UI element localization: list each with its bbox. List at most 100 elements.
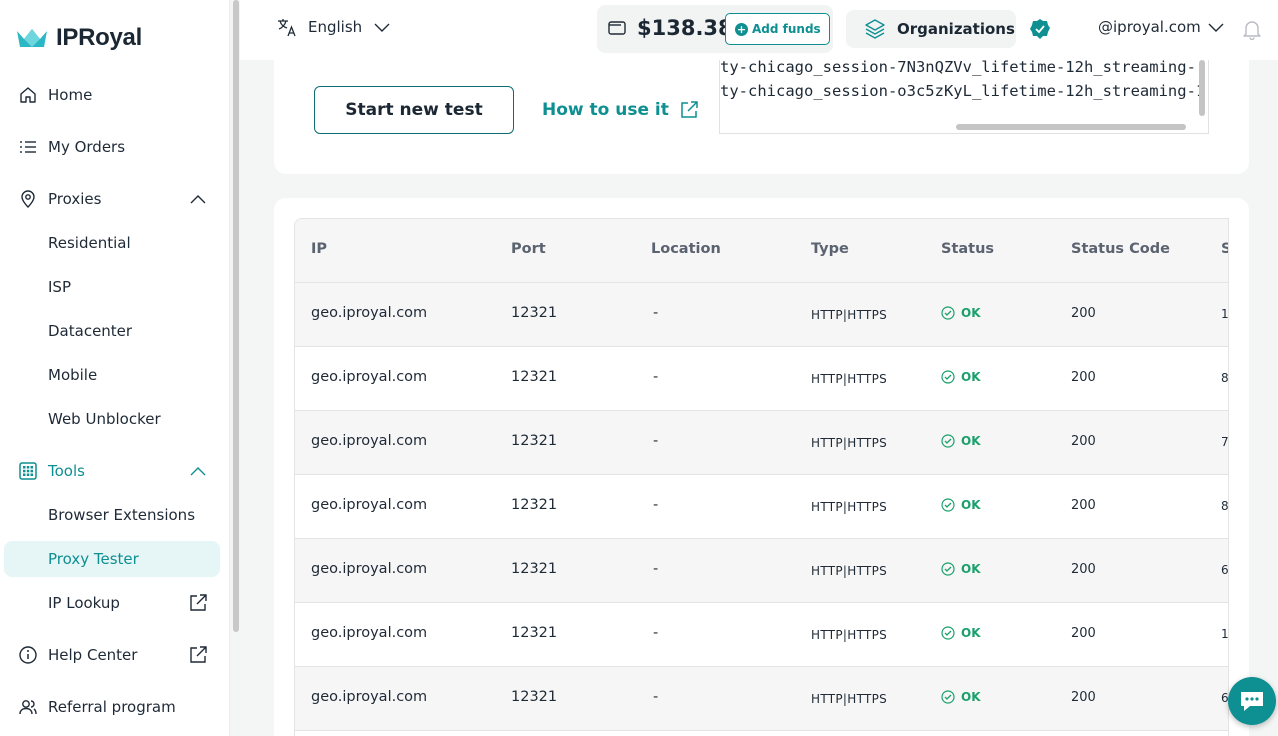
status-text: OK	[961, 562, 981, 576]
plus-icon: +	[735, 23, 748, 36]
bell-icon[interactable]	[1241, 18, 1263, 40]
sidebar-item-mobile[interactable]: Mobile	[4, 357, 220, 393]
sidebar-item-proxies[interactable]: Proxies	[4, 181, 220, 217]
proxy-list-textarea[interactable]: ty-chicago_session-7N3nQZVv_lifetime-12h…	[719, 60, 1209, 134]
chevron-down-icon	[374, 23, 390, 32]
status-text: OK	[961, 498, 981, 512]
sidebar-item-label: Browser Extensions	[48, 506, 196, 524]
organizations-label: Organizations	[897, 20, 1015, 38]
cell-port: 12321	[511, 561, 558, 577]
start-new-test-button[interactable]: Start new test	[314, 86, 514, 134]
sidebar-item-proxy-tester[interactable]: Proxy Tester	[4, 541, 220, 577]
cell-status-code: 200	[1071, 434, 1096, 449]
how-to-use-label: How to use it	[542, 100, 669, 120]
sidebar-item-label: Proxies	[48, 190, 102, 208]
proxy-line: ty-chicago_session-o3c5zKyL_lifetime-12h…	[720, 82, 1206, 100]
cell-type: HTTP|HTTPS	[811, 564, 888, 578]
check-circle-icon	[941, 434, 955, 448]
list-icon	[20, 141, 36, 153]
sidebar-item-isp[interactable]: ISP	[4, 269, 220, 305]
how-to-use-link[interactable]: How to use it	[542, 100, 699, 120]
cell-truncated: 6	[1221, 691, 1228, 705]
column-header-status: Status	[941, 241, 995, 257]
table-row: geo.iproyal.com 12321 - HTTP|HTTPS OK 200 7	[295, 411, 1228, 475]
chat-widget-button[interactable]	[1228, 677, 1276, 725]
sidebar-item-residential[interactable]: Residential	[4, 225, 220, 261]
cell-status: OK	[941, 690, 981, 704]
chevron-down-icon[interactable]	[1206, 20, 1226, 34]
sidebar: IPRoyal Home My Orders Proxies Residenti…	[0, 0, 230, 736]
chat-bubble-icon	[1241, 692, 1263, 711]
sidebar-item-ip-lookup[interactable]: IP Lookup	[4, 585, 220, 621]
cell-ip: geo.iproyal.com	[311, 369, 428, 385]
cell-type: HTTP|HTTPS	[811, 500, 888, 514]
cell-status: OK	[941, 498, 981, 512]
cell-location: -	[653, 433, 659, 449]
cell-ip: geo.iproyal.com	[311, 497, 428, 513]
cell-ip: geo.iproyal.com	[311, 433, 428, 449]
language-label: English	[308, 18, 363, 36]
proxy-line: ty-chicago_session-7N3nQZVv_lifetime-12h…	[720, 60, 1196, 76]
cell-port: 12321	[511, 369, 558, 385]
sidebar-item-label: Home	[48, 86, 93, 104]
external-link-icon	[190, 594, 207, 611]
column-header-truncated: S	[1221, 241, 1228, 257]
cell-port: 12321	[511, 689, 558, 705]
cell-ip: geo.iproyal.com	[311, 561, 428, 577]
status-text: OK	[961, 306, 981, 320]
sidebar-item-label: Referral program	[48, 698, 176, 716]
cell-truncated: 8	[1221, 371, 1228, 385]
sidebar-item-web-unblocker[interactable]: Web Unblocker	[4, 401, 220, 437]
sidebar-item-browser-extensions[interactable]: Browser Extensions	[4, 497, 220, 533]
grid-icon	[19, 462, 37, 480]
sidebar-item-label: Residential	[48, 234, 131, 252]
external-link-icon	[681, 101, 698, 118]
organizations-button[interactable]: Organizations	[846, 10, 1016, 48]
cell-location: -	[653, 369, 659, 385]
cell-status: OK	[941, 306, 981, 320]
cell-type: HTTP|HTTPS	[811, 628, 888, 642]
chevron-up-icon[interactable]	[188, 462, 208, 480]
sidebar-item-tools[interactable]: Tools	[4, 453, 220, 489]
language-selector[interactable]: English	[276, 16, 392, 38]
sidebar-item-label: Proxy Tester	[48, 550, 139, 568]
account-email[interactable]: @iproyal.com	[1098, 18, 1201, 36]
table-row: geo.iproyal.com 12321 - HTTP|HTTPS OK 200 6	[295, 667, 1228, 731]
sidebar-item-referral-program[interactable]: Referral program	[4, 689, 220, 725]
cell-type: HTTP|HTTPS	[811, 436, 888, 450]
sidebar-item-label: My Orders	[48, 138, 126, 156]
external-link-icon	[190, 646, 207, 663]
users-icon	[19, 700, 37, 715]
sidebar-item-label: Web Unblocker	[48, 410, 161, 428]
column-header-status-code: Status Code	[1071, 241, 1170, 257]
check-circle-icon	[941, 498, 955, 512]
table-row: geo.iproyal.com 12321 - HTTP|HTTPS OK 200 1(	[295, 603, 1228, 667]
sidebar-item-help-center[interactable]: Help Center	[4, 637, 220, 673]
textarea-horizontal-scrollbar[interactable]	[956, 124, 1186, 130]
sidebar-scrollbar[interactable]	[233, 0, 239, 632]
cell-status-code: 200	[1071, 498, 1096, 513]
cell-location: -	[653, 497, 659, 513]
cell-status-code: 200	[1071, 626, 1096, 641]
cell-status-code: 200	[1071, 370, 1096, 385]
sidebar-item-datacenter[interactable]: Datacenter	[4, 313, 220, 349]
translate-icon	[278, 19, 296, 37]
table-row: geo.iproyal.com 12321 - HTTP|HTTPS OK 200 6	[295, 539, 1228, 603]
crown-logo-icon	[17, 29, 47, 47]
table-row: geo.iproyal.com 12321 - HTTP|HTTPS OK 200 8	[295, 347, 1228, 411]
cell-status: OK	[941, 562, 981, 576]
column-header-type: Type	[811, 241, 849, 257]
chevron-up-icon[interactable]	[188, 190, 208, 208]
cell-port: 12321	[511, 625, 558, 641]
table-header: IP Port Location Type Status Status Code…	[295, 219, 1228, 283]
cell-status-code: 200	[1071, 306, 1096, 321]
sidebar-item-my-orders[interactable]: My Orders	[4, 129, 220, 165]
layers-icon	[865, 19, 885, 39]
sidebar-item-home[interactable]: Home	[4, 77, 220, 113]
textarea-vertical-scrollbar[interactable]	[1199, 60, 1205, 116]
add-funds-button[interactable]: + Add funds	[725, 13, 830, 45]
logo[interactable]: IPRoyal	[16, 24, 142, 52]
status-text: OK	[961, 370, 981, 384]
column-header-ip: IP	[311, 241, 328, 257]
location-pin-icon	[21, 190, 35, 208]
